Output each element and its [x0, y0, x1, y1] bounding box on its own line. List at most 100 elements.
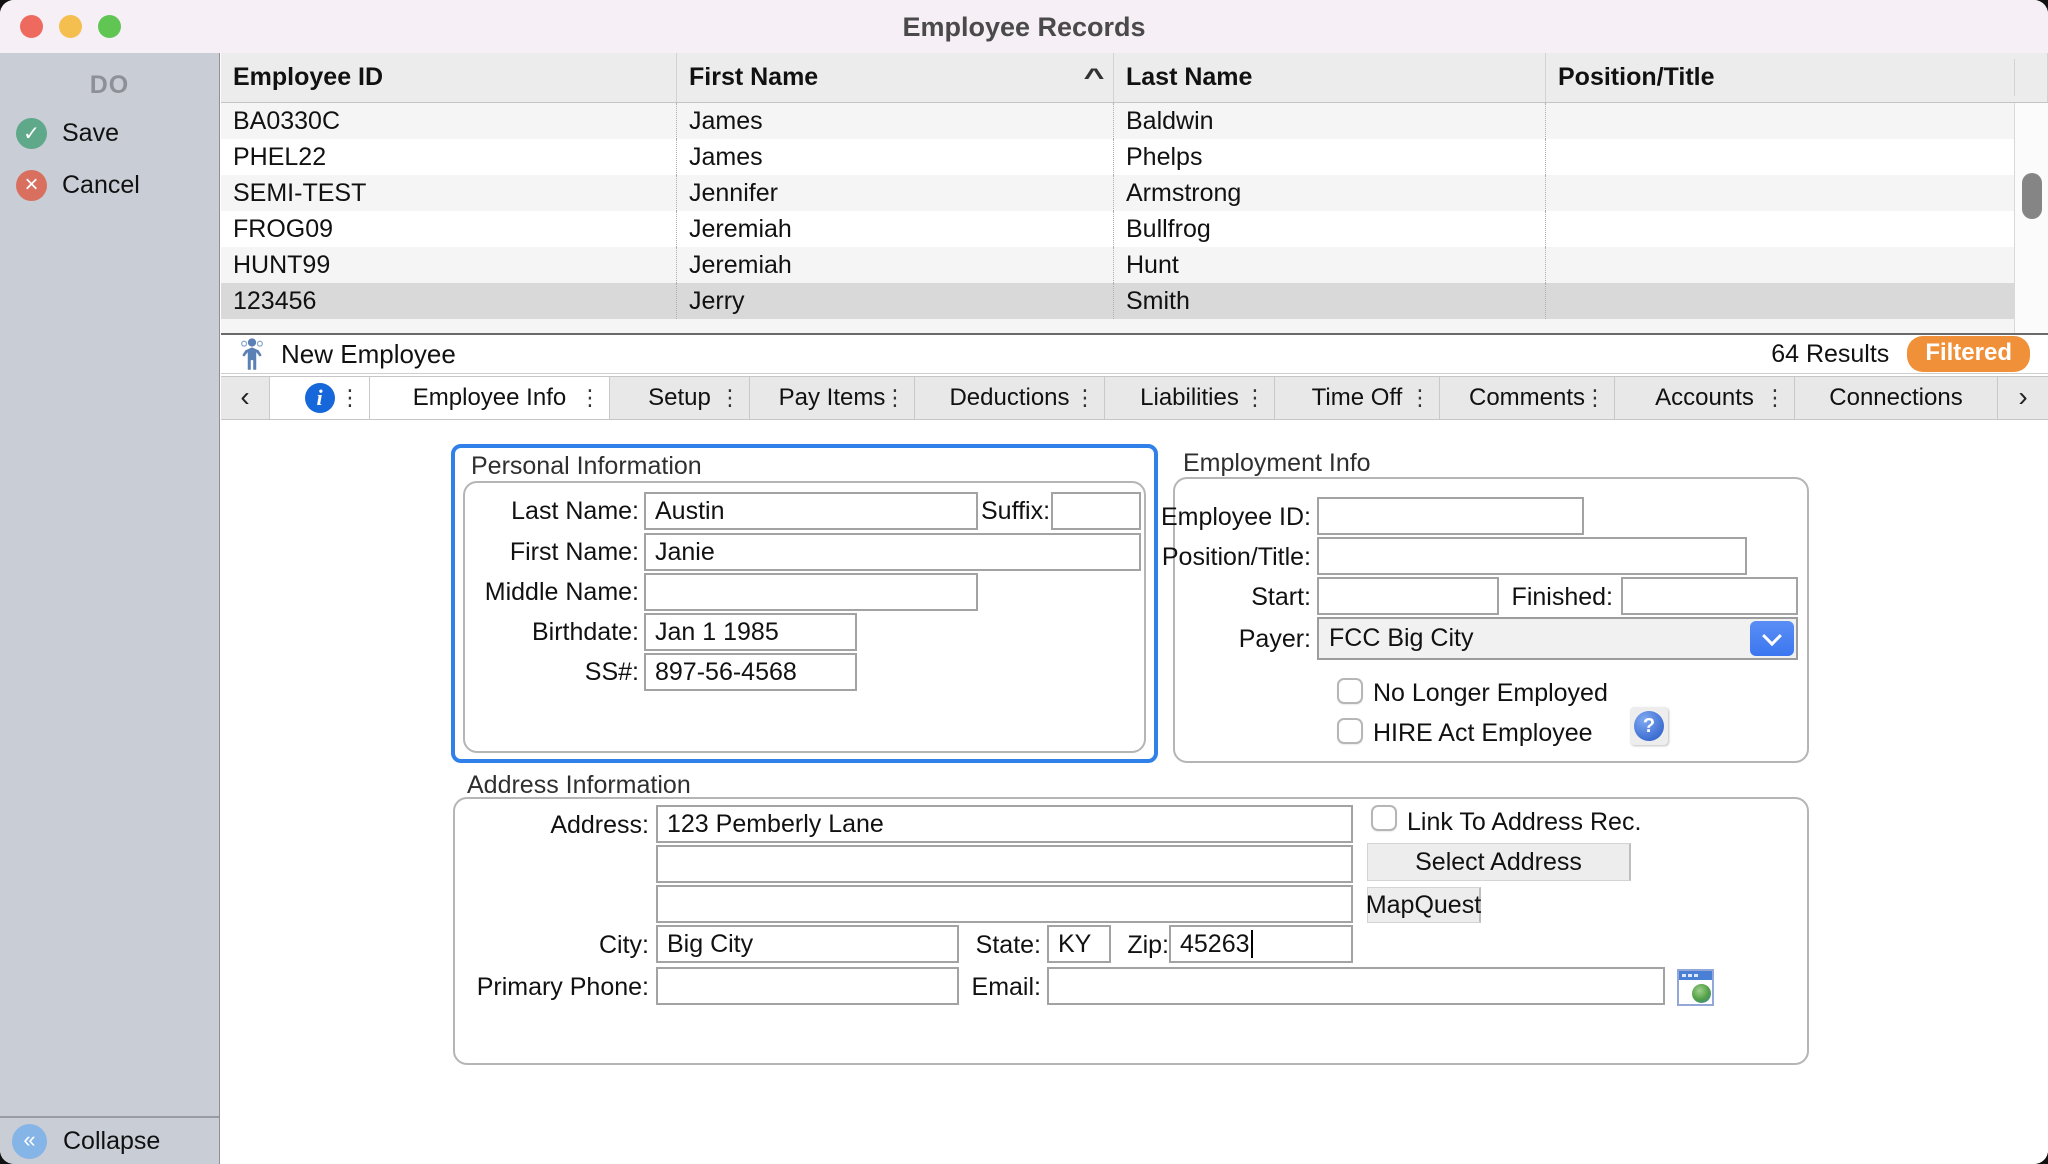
- ssn-label: SS#:: [461, 658, 639, 687]
- form-content: Personal Information Last Name: Suffix: …: [221, 421, 2048, 1164]
- cell-last-name: Smith: [1114, 283, 1546, 319]
- sidebar: DO ✓ Save × Cancel « Collapse: [0, 53, 220, 1164]
- mapquest-button[interactable]: MapQuest: [1367, 887, 1481, 923]
- personal-info-group-label: Personal Information: [471, 452, 702, 481]
- address-line1-input[interactable]: [656, 805, 1353, 843]
- save-button[interactable]: ✓ Save: [16, 113, 211, 153]
- tab-bar: ‹i⋮Employee Info⋮Setup⋮Pay Items⋮Deducti…: [221, 376, 2048, 420]
- record-info-tab[interactable]: i⋮: [270, 377, 370, 419]
- partial-row: [221, 319, 2014, 333]
- tab-accounts[interactable]: Accounts⋮: [1615, 377, 1795, 419]
- tab-pay-items[interactable]: Pay Items⋮: [750, 377, 915, 419]
- employee-id-input[interactable]: [1317, 497, 1584, 535]
- sort-ascending-icon: ^: [1083, 64, 1104, 92]
- help-question-icon: ?: [1634, 711, 1664, 741]
- tab-comments[interactable]: Comments⋮: [1440, 377, 1615, 419]
- save-check-icon: ✓: [16, 118, 47, 149]
- payer-combobox[interactable]: FCC Big City: [1317, 617, 1798, 660]
- table-row[interactable]: HUNT99JeremiahHunt: [221, 247, 2014, 283]
- column-header-position-title[interactable]: Position/Title: [1546, 53, 2048, 102]
- zip-input[interactable]: 45263: [1169, 925, 1353, 963]
- tab-deductions[interactable]: Deductions⋮: [915, 377, 1105, 419]
- tab-menu-dots-icon[interactable]: ⋮: [1584, 385, 1604, 411]
- column-header-employee-id[interactable]: Employee ID: [221, 53, 677, 102]
- filtered-badge[interactable]: Filtered: [1907, 336, 2030, 372]
- primary-phone-label: Primary Phone:: [451, 973, 649, 1002]
- email-input[interactable]: [1047, 967, 1665, 1005]
- tab-liabilities[interactable]: Liabilities⋮: [1105, 377, 1275, 419]
- cell-last-name: Baldwin: [1114, 103, 1546, 139]
- tab-menu-dots-icon[interactable]: ⋮: [884, 385, 904, 411]
- tabs-scroll-right-button[interactable]: ›: [1998, 377, 2048, 419]
- payer-dropdown-button[interactable]: [1750, 621, 1794, 656]
- finished-input[interactable]: [1621, 577, 1798, 615]
- zip-label: Zip:: [1117, 931, 1169, 960]
- cell-employee-id: BA0330C: [221, 103, 677, 139]
- table-row[interactable]: 123456JerrySmith: [221, 283, 2014, 319]
- cell-employee-id: SEMI-TEST: [221, 175, 677, 211]
- tab-setup[interactable]: Setup⋮: [610, 377, 750, 419]
- app-window: Employee Records DO ✓ Save × Cancel « Co…: [0, 0, 2048, 1164]
- tab-connections[interactable]: Connections: [1795, 377, 1998, 419]
- hire-act-help-button[interactable]: ?: [1630, 707, 1668, 745]
- finished-label: Finished:: [1509, 583, 1613, 612]
- select-address-button[interactable]: Select Address: [1367, 843, 1631, 881]
- title-bar: Employee Records: [0, 0, 2048, 53]
- collapse-button[interactable]: « Collapse: [0, 1116, 219, 1164]
- tab-menu-dots-icon[interactable]: ⋮: [339, 385, 359, 411]
- cell-position: [1546, 283, 2014, 319]
- tab-menu-dots-icon[interactable]: ⋮: [1764, 385, 1784, 411]
- tab-menu-dots-icon[interactable]: ⋮: [719, 385, 739, 411]
- tab-menu-dots-icon[interactable]: ⋮: [579, 385, 599, 411]
- tab-menu-dots-icon[interactable]: ⋮: [1074, 385, 1094, 411]
- cell-first-name: Jerry: [677, 283, 1114, 319]
- tab-time-off[interactable]: Time Off⋮: [1275, 377, 1440, 419]
- employee-id-label: Employee ID:: [1151, 503, 1311, 532]
- table-row[interactable]: BA0330CJamesBaldwin: [221, 103, 2014, 139]
- address-label: Address:: [471, 811, 649, 840]
- state-label: State:: [966, 931, 1041, 960]
- hire-act-employee-checkbox[interactable]: [1337, 718, 1363, 744]
- table-row[interactable]: PHEL22JamesPhelps: [221, 139, 2014, 175]
- column-header-first-name[interactable]: First Name^: [677, 53, 1114, 102]
- table-row[interactable]: FROG09JeremiahBullfrog: [221, 211, 2014, 247]
- address-line3-input[interactable]: [656, 885, 1353, 923]
- new-employee-person-icon: [237, 337, 267, 371]
- ssn-input[interactable]: [644, 653, 857, 691]
- position-title-input[interactable]: [1317, 537, 1747, 575]
- cell-position: [1546, 139, 2014, 175]
- cell-first-name: Jennifer: [677, 175, 1114, 211]
- suffix-label: Suffix:: [981, 497, 1043, 526]
- last-name-label: Last Name:: [461, 497, 639, 526]
- first-name-input[interactable]: [644, 533, 1141, 571]
- table-row[interactable]: SEMI-TESTJenniferArmstrong: [221, 175, 2014, 211]
- state-input[interactable]: [1047, 925, 1111, 963]
- link-to-address-checkbox[interactable]: [1371, 805, 1397, 831]
- record-toolbar: New Employee 64 Results Filtered: [221, 335, 2048, 374]
- tab-menu-dots-icon[interactable]: ⋮: [1409, 385, 1429, 411]
- first-name-label: First Name:: [461, 538, 639, 567]
- no-longer-employed-checkbox[interactable]: [1337, 678, 1363, 704]
- cell-position: [1546, 103, 2014, 139]
- cell-last-name: Armstrong: [1114, 175, 1546, 211]
- column-header-last-name[interactable]: Last Name: [1114, 53, 1546, 102]
- start-input[interactable]: [1317, 577, 1499, 615]
- tabs-scroll-left-button[interactable]: ‹: [221, 377, 270, 419]
- collapse-chevrons-icon: «: [12, 1124, 47, 1159]
- middle-name-label: Middle Name:: [461, 578, 639, 607]
- cancel-button[interactable]: × Cancel: [16, 165, 211, 205]
- last-name-input[interactable]: [644, 492, 978, 530]
- suffix-input[interactable]: [1051, 492, 1141, 530]
- save-button-label: Save: [62, 119, 119, 148]
- tab-menu-dots-icon[interactable]: ⋮: [1244, 385, 1264, 411]
- tab-employee-info[interactable]: Employee Info⋮: [370, 377, 610, 419]
- address-line2-input[interactable]: [656, 845, 1353, 883]
- birthdate-input[interactable]: [644, 613, 857, 651]
- city-input[interactable]: [656, 925, 959, 963]
- scrollbar-thumb[interactable]: [2022, 173, 2042, 219]
- web-browser-globe-icon[interactable]: [1677, 969, 1714, 1006]
- primary-phone-input[interactable]: [656, 967, 959, 1005]
- link-to-address-label: Link To Address Rec.: [1407, 808, 1641, 837]
- middle-name-input[interactable]: [644, 573, 978, 611]
- table-scrollbar[interactable]: [2014, 103, 2048, 333]
